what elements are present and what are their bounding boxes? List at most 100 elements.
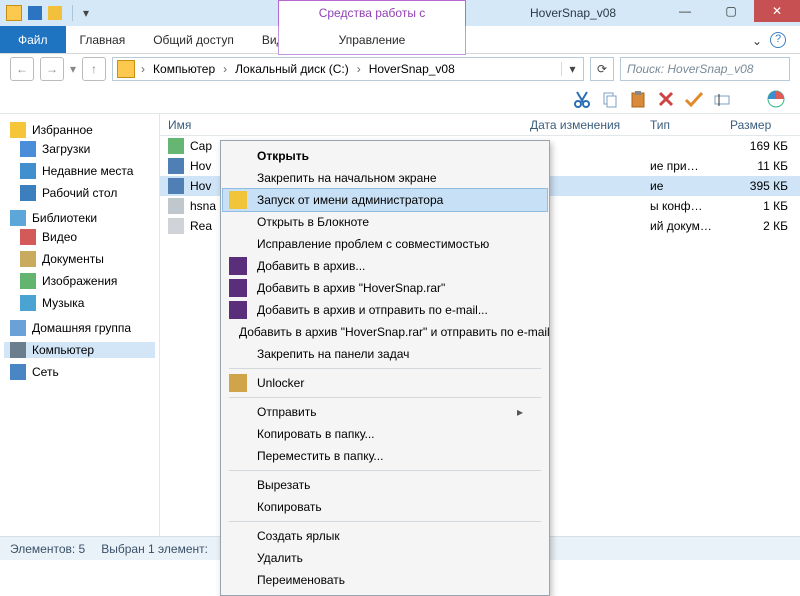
column-size[interactable]: Размер (730, 118, 800, 132)
nav-computer[interactable]: Компьютер (4, 342, 155, 358)
menu-run-admin[interactable]: Запуск от имени администратора (223, 189, 547, 211)
computer-icon (10, 342, 26, 358)
winrar-icon (229, 301, 247, 319)
nav-videos[interactable]: Видео (4, 226, 155, 248)
app-file-icon (168, 178, 184, 194)
options-icon[interactable] (766, 89, 786, 109)
menu-add-archive[interactable]: Добавить в архив... (223, 255, 547, 277)
menu-copy-to[interactable]: Копировать в папку... (223, 423, 547, 445)
nav-downloads[interactable]: Загрузки (4, 138, 155, 160)
music-icon (20, 295, 36, 311)
maximize-button[interactable]: ▢ (708, 0, 754, 22)
up-button[interactable]: ↑ (82, 57, 106, 81)
menu-compat[interactable]: Исправление проблем с совместимостью (223, 233, 547, 255)
confirm-icon[interactable] (684, 89, 704, 109)
paste-icon[interactable] (628, 89, 648, 109)
context-menu: Открыть Закрепить на начальном экране За… (220, 140, 550, 596)
status-count: Элементов: 5 (10, 542, 85, 556)
menu-delete[interactable]: Удалить (223, 547, 547, 569)
ribbon-file-tab[interactable]: Файл (0, 26, 66, 53)
cut-icon[interactable] (572, 89, 592, 109)
toolbar (0, 84, 800, 114)
column-headers: Имя Дата изменения Тип Размер (160, 114, 800, 136)
navigation-pane: Избранное Загрузки Недавние места Рабочи… (0, 114, 160, 546)
menu-send-to[interactable]: Отправить▸ (223, 401, 547, 423)
folder-icon (6, 5, 22, 21)
column-name[interactable]: Имя (160, 118, 530, 132)
menu-add-archive-named-email[interactable]: Добавить в архив "HoverSnap.rar" и отпра… (223, 321, 547, 343)
menu-separator (229, 368, 541, 369)
menu-rename[interactable]: Переименовать (223, 569, 547, 591)
search-input[interactable]: Поиск: HoverSnap_v08 (620, 57, 790, 81)
nav-favorites[interactable]: Избранное (4, 122, 155, 138)
text-file-icon (168, 218, 184, 234)
menu-pin-taskbar[interactable]: Закрепить на панели задач (223, 343, 547, 365)
breadcrumb[interactable]: › Компьютер › Локальный диск (C:) › Hove… (112, 57, 584, 81)
copy-icon[interactable] (600, 89, 620, 109)
menu-separator (229, 470, 541, 471)
libraries-icon (10, 210, 26, 226)
menu-pin-start[interactable]: Закрепить на начальном экране (223, 167, 547, 189)
ribbon-tab-share[interactable]: Общий доступ (139, 26, 248, 53)
nav-recent[interactable]: Недавние места (4, 160, 155, 182)
network-icon (10, 364, 26, 380)
history-dropdown-icon[interactable]: ▾ (70, 62, 76, 76)
column-type[interactable]: Тип (650, 118, 730, 132)
help-icon[interactable]: ? (770, 32, 786, 48)
ribbon-tabs: Файл Главная Общий доступ Вид Управление… (0, 26, 800, 54)
menu-open[interactable]: Открыть (223, 145, 547, 167)
ribbon-tab-manage[interactable]: Управление (278, 26, 466, 55)
close-button[interactable]: ✕ (754, 0, 800, 22)
app-file-icon (168, 158, 184, 174)
crumb-folder[interactable]: HoverSnap_v08 (363, 58, 461, 80)
address-bar: ← → ▾ ↑ › Компьютер › Локальный диск (C:… (0, 54, 800, 84)
menu-copy[interactable]: Копировать (223, 496, 547, 518)
delete-icon[interactable] (656, 89, 676, 109)
winrar-icon (229, 257, 247, 275)
title-bar: ▾ Средства работы с приложениями HoverSn… (0, 0, 800, 26)
menu-separator (229, 521, 541, 522)
nav-homegroup[interactable]: Домашняя группа (4, 320, 155, 336)
folder-icon (117, 60, 135, 78)
image-file-icon (168, 138, 184, 154)
menu-move-to[interactable]: Переместить в папку... (223, 445, 547, 467)
config-file-icon (168, 198, 184, 214)
nav-network[interactable]: Сеть (4, 364, 155, 380)
qat-properties-icon[interactable] (28, 6, 42, 20)
menu-unlocker[interactable]: Unlocker (223, 372, 547, 394)
star-icon (10, 122, 26, 138)
minimize-button[interactable]: — (662, 0, 708, 22)
ribbon-collapse-icon[interactable]: ⌄ (752, 34, 762, 48)
refresh-button[interactable]: ⟳ (590, 57, 614, 81)
qat-newfolder-icon[interactable] (48, 6, 62, 20)
winrar-icon (229, 279, 247, 297)
desktop-icon (20, 185, 36, 201)
path-dropdown-icon[interactable]: ▾ (561, 62, 583, 76)
nav-pictures[interactable]: Изображения (4, 270, 155, 292)
rename-icon[interactable] (712, 89, 732, 109)
menu-separator (229, 397, 541, 398)
ribbon-tab-home[interactable]: Главная (66, 26, 140, 53)
nav-music[interactable]: Музыка (4, 292, 155, 314)
crumb-computer[interactable]: Компьютер (147, 58, 221, 80)
contextual-tab-header: Средства работы с приложениями (278, 0, 466, 26)
crumb-drive[interactable]: Локальный диск (C:) (229, 58, 355, 80)
homegroup-icon (10, 320, 26, 336)
unlocker-icon (229, 374, 247, 392)
back-button[interactable]: ← (10, 57, 34, 81)
menu-add-archive-email[interactable]: Добавить в архив и отправить по e-mail..… (223, 299, 547, 321)
nav-desktop[interactable]: Рабочий стол (4, 182, 155, 204)
menu-cut[interactable]: Вырезать (223, 474, 547, 496)
menu-add-archive-named[interactable]: Добавить в архив "HoverSnap.rar" (223, 277, 547, 299)
window-title: HoverSnap_v08 (530, 0, 616, 26)
recent-icon (20, 163, 36, 179)
forward-button[interactable]: → (40, 57, 64, 81)
nav-documents[interactable]: Документы (4, 248, 155, 270)
nav-libraries[interactable]: Библиотеки (4, 210, 155, 226)
menu-open-notepad[interactable]: Открыть в Блокноте (223, 211, 547, 233)
column-date[interactable]: Дата изменения (530, 118, 650, 132)
menu-shortcut[interactable]: Создать ярлык (223, 525, 547, 547)
qat-dropdown-icon[interactable]: ▾ (83, 6, 89, 20)
shield-icon (229, 191, 247, 209)
downloads-icon (20, 141, 36, 157)
